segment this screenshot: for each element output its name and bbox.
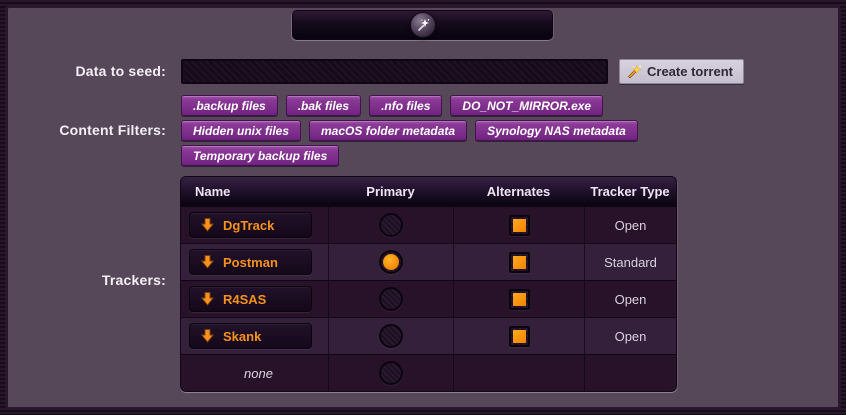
table-header: Name Primary Alternates Tracker Type — [181, 177, 676, 206]
tracker-name-button[interactable]: DgTrack — [189, 212, 312, 238]
tracker-type-label: Open — [615, 292, 647, 307]
create-torrent-button[interactable]: Create torrent — [619, 59, 744, 84]
primary-radio[interactable] — [379, 287, 403, 311]
content-filter-chip-row: Temporary backup files — [181, 145, 638, 166]
tracker-name-label: Postman — [223, 255, 278, 270]
tracker-name-button[interactable]: R4SAS — [189, 286, 312, 312]
tracker-row: R4SAS Open — [181, 280, 676, 317]
content-filters-group: .backup files .bak files .nfo files DO_NOT_… — [181, 95, 638, 166]
trackers-table: Name Primary Alternates Tracker Type DgT… — [180, 176, 677, 392]
create-torrent-label: Create torrent — [647, 64, 733, 79]
alternates-checkbox[interactable] — [509, 289, 530, 310]
tracker-type-label: Open — [615, 329, 647, 344]
tracker-row: none — [181, 354, 676, 391]
content-filter-chip[interactable]: Hidden unix files — [181, 120, 301, 141]
trackers-label: Trackers: — [0, 272, 166, 288]
content-filter-chip-row: .backup files .bak files .nfo files DO_NOT_… — [181, 95, 638, 116]
tracker-name-cell: DgTrack — [181, 207, 328, 243]
alternates-checkbox[interactable] — [509, 215, 530, 236]
primary-radio[interactable] — [379, 324, 403, 348]
tracker-name-label: Skank — [223, 329, 261, 344]
alternates-cell — [453, 244, 584, 280]
primary-cell — [328, 281, 453, 317]
column-header-name: Name — [181, 184, 328, 199]
tracker-name-cell: R4SAS — [181, 281, 328, 317]
tracker-none-label: none — [189, 366, 328, 381]
content-filter-chip[interactable]: Synology NAS metadata — [475, 120, 638, 141]
tracker-name-label: DgTrack — [223, 218, 274, 233]
tracker-name-cell: Postman — [181, 244, 328, 280]
type-cell: Open — [584, 281, 676, 317]
tracker-name-cell: none — [181, 355, 328, 391]
tracker-row: DgTrack Open — [181, 206, 676, 243]
download-arrow-icon — [201, 255, 214, 269]
primary-cell — [328, 207, 453, 243]
download-arrow-icon — [201, 329, 214, 343]
content-filter-chip-row: Hidden unix files macOS folder metadata Sy… — [181, 120, 638, 141]
data-to-seed-input[interactable] — [181, 59, 608, 84]
magic-wand-icon — [415, 17, 431, 33]
content-filters-label: Content Filters: — [0, 122, 166, 138]
download-arrow-icon — [201, 218, 214, 232]
tracker-name-button[interactable]: Skank — [189, 323, 312, 349]
type-cell: Standard — [584, 244, 676, 280]
primary-cell — [328, 318, 453, 354]
primary-radio[interactable] — [379, 213, 403, 237]
content-filter-chip[interactable]: DO_NOT_MIRROR.exe — [450, 95, 603, 116]
tracker-type-label: Standard — [604, 255, 657, 270]
alternates-checkbox[interactable] — [509, 252, 530, 273]
primary-radio[interactable] — [379, 250, 403, 274]
primary-cell — [328, 244, 453, 280]
magic-wand-icon — [627, 64, 642, 79]
alternates-checkbox[interactable] — [509, 326, 530, 347]
collapsed-toolbar — [292, 10, 553, 40]
alternates-cell — [453, 355, 584, 391]
magic-wand-knob[interactable] — [410, 12, 436, 38]
tracker-name-label: R4SAS — [223, 292, 266, 307]
content-filter-chip[interactable]: .nfo files — [369, 95, 442, 116]
tracker-name-button[interactable]: Postman — [189, 249, 312, 275]
column-header-alternates: Alternates — [453, 184, 584, 199]
content-filter-chip[interactable]: Temporary backup files — [181, 145, 339, 166]
type-cell: Open — [584, 207, 676, 243]
tracker-type-label: Open — [615, 218, 647, 233]
primary-cell — [328, 355, 453, 391]
tracker-row: Postman Standard — [181, 243, 676, 280]
primary-radio[interactable] — [379, 361, 403, 385]
table-body: DgTrack Open Postman Standard R4SAS — [181, 206, 676, 391]
data-to-seed-label: Data to seed: — [0, 63, 166, 79]
content-filter-chip[interactable]: .backup files — [181, 95, 278, 116]
column-header-tracker-type: Tracker Type — [584, 184, 676, 199]
content-filter-chip[interactable]: macOS folder metadata — [309, 120, 467, 141]
tracker-name-cell: Skank — [181, 318, 328, 354]
tracker-row: Skank Open — [181, 317, 676, 354]
alternates-cell — [453, 281, 584, 317]
type-cell: Open — [584, 318, 676, 354]
download-arrow-icon — [201, 292, 214, 306]
content-filter-chip[interactable]: .bak files — [286, 95, 361, 116]
alternates-cell — [453, 207, 584, 243]
type-cell — [584, 355, 676, 391]
alternates-cell — [453, 318, 584, 354]
app-window: Data to seed: Create torrent Content Fil… — [0, 0, 846, 415]
column-header-primary: Primary — [328, 184, 453, 199]
